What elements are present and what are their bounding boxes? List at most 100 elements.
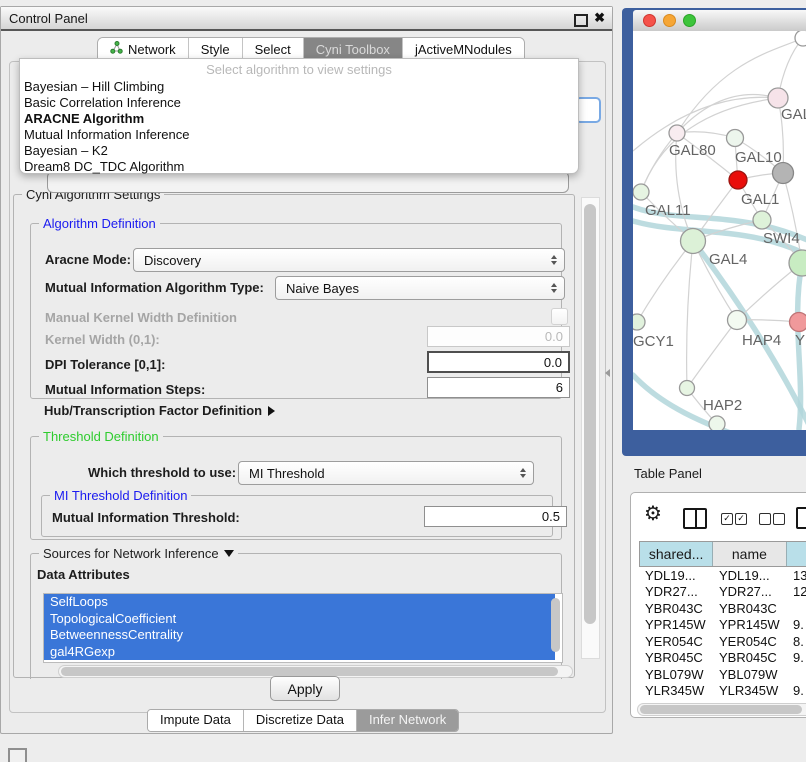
table-row[interactable]: YBR045CYBR045C9. xyxy=(639,650,806,667)
table-cell: YDR27... xyxy=(639,584,713,599)
horizontal-scrollbar-thumb[interactable] xyxy=(61,667,558,676)
mi-type-value: Naive Bayes xyxy=(286,281,359,296)
network-node-gal80[interactable] xyxy=(669,125,685,141)
minimize-traffic-light-icon[interactable] xyxy=(663,14,676,27)
hub-definition-label: Hub/Transcription Factor Definition xyxy=(44,403,262,418)
table-cell: YPR145W xyxy=(713,617,787,632)
algorithm-option-aracne-algorithm[interactable]: ARACNE Algorithm xyxy=(20,111,578,127)
network-node-hap4[interactable] xyxy=(728,311,747,330)
split-columns-icon[interactable] xyxy=(683,508,707,529)
tab-infer-network[interactable]: Infer Network xyxy=(356,710,458,731)
mi-threshold-label: Mutual Information Threshold: xyxy=(52,510,240,525)
tab-discretize-data[interactable]: Discretize Data xyxy=(243,710,356,731)
network-edge[interactable] xyxy=(687,241,693,388)
settings-scrollbar-thumb[interactable] xyxy=(584,204,596,624)
panel-divider-collapse-icon[interactable] xyxy=(605,369,610,377)
attribute-item-gal4rgexp[interactable]: gal4RGexp xyxy=(44,644,555,661)
network-node-gal4[interactable] xyxy=(681,229,706,254)
table-cell: 13 xyxy=(787,568,806,583)
algorithm-dropdown[interactable]: Select algorithm to view settings Bayesi… xyxy=(19,58,579,174)
table-row[interactable]: YLR345WYLR345W9. xyxy=(639,683,806,700)
sources-group: Sources for Network Inference Data Attri… xyxy=(30,553,562,679)
select-all-checkbox-icon[interactable]: ✓ xyxy=(721,513,733,525)
table-horizontal-scrollbar[interactable] xyxy=(637,703,806,716)
deselect-all-checkbox-icon[interactable] xyxy=(773,513,785,525)
network-node[interactable] xyxy=(729,171,747,189)
algorithm-option-basic-correlation-inference[interactable]: Basic Correlation Inference xyxy=(20,95,578,111)
sources-title-label: Sources for Network Inference xyxy=(43,546,219,561)
zoom-traffic-light-icon[interactable] xyxy=(683,14,696,27)
aracne-mode-value: Discovery xyxy=(144,253,201,268)
network-node-gal11[interactable] xyxy=(633,184,649,200)
algorithm-option-mutual-information-inference[interactable]: Mutual Information Inference xyxy=(20,127,578,143)
which-threshold-select[interactable]: MI Threshold xyxy=(238,461,534,485)
close-traffic-light-icon[interactable] xyxy=(643,14,656,27)
column-header-extra[interactable] xyxy=(787,542,806,566)
algorithm-option-dream8-dc-tdc-algorithm[interactable]: Dream8 DC_TDC Algorithm xyxy=(20,159,578,175)
table-row[interactable]: YDR27...YDR27...12 xyxy=(639,584,806,601)
network-node-label: GCY1 xyxy=(633,333,674,350)
table-function-icon[interactable] xyxy=(796,507,806,529)
algorithm-dropdown-items: Bayesian – Hill ClimbingBasic Correlatio… xyxy=(20,79,578,175)
algorithm-option-bayesian-k2[interactable]: Bayesian – K2 xyxy=(20,143,578,159)
minimized-panel-icon[interactable] xyxy=(8,748,27,762)
table-cell: 9. xyxy=(787,650,806,665)
table-cell: 12 xyxy=(787,584,806,599)
control-panel-window: Control Panel ✖ NetworkStyleSelectCyni T… xyxy=(0,6,613,734)
sources-title[interactable]: Sources for Network Inference xyxy=(39,546,238,561)
network-edge[interactable] xyxy=(687,320,737,388)
aracne-mode-label: Aracne Mode: xyxy=(45,252,131,267)
mi-steps-field[interactable]: 6 xyxy=(427,377,570,398)
settings-scrollbar[interactable] xyxy=(581,197,600,659)
close-icon[interactable]: ✖ xyxy=(594,10,605,26)
network-node-gal1[interactable] xyxy=(753,211,771,229)
table-row[interactable]: YPR145WYPR145W9. xyxy=(639,617,806,634)
tab-impute-data[interactable]: Impute Data xyxy=(148,710,243,731)
kernel-width-field[interactable]: 0.0 xyxy=(427,326,570,347)
column-header-shared[interactable]: shared... xyxy=(640,542,713,566)
algorithm-definition-title: Algorithm Definition xyxy=(39,216,160,231)
network-edge[interactable] xyxy=(637,241,693,322)
column-header-name[interactable]: name xyxy=(713,542,786,566)
network-node[interactable] xyxy=(795,31,806,46)
table-row[interactable]: YER054CYER054C8. xyxy=(639,633,806,650)
network-node-label: Y xyxy=(795,332,805,349)
table-scrollbar-thumb[interactable] xyxy=(640,705,802,714)
mi-threshold-field[interactable]: 0.5 xyxy=(424,506,567,527)
mi-steps-value: 6 xyxy=(556,380,563,395)
network-node-hap2[interactable] xyxy=(680,381,695,396)
network-node-gal[interactable] xyxy=(768,88,788,108)
network-node-gcy1[interactable] xyxy=(633,314,645,330)
table-row[interactable]: YBR043CYBR043C xyxy=(639,600,806,617)
network-canvas[interactable]: GALGAL80GAL10GAL11GAL1GAL4SWI4GCY1HAP4YH… xyxy=(633,31,806,430)
attribute-item-topologicalcoefficient[interactable]: TopologicalCoefficient xyxy=(44,611,555,628)
data-attributes-list[interactable]: SelfLoopsTopologicalCoefficientBetweenne… xyxy=(43,593,563,663)
network-node[interactable] xyxy=(709,416,725,430)
table-row[interactable]: YBL079WYBL079W xyxy=(639,666,806,683)
table-row[interactable]: YDL19...YDL19...13 xyxy=(639,567,806,584)
network-node-gal10[interactable] xyxy=(727,130,744,147)
apply-button[interactable]: Apply xyxy=(270,676,340,701)
select-all-checkbox-icon[interactable]: ✓ xyxy=(735,513,747,525)
gear-icon[interactable]: ⚙ xyxy=(644,504,662,524)
aracne-mode-select[interactable]: Discovery xyxy=(133,248,565,272)
network-node-y[interactable] xyxy=(790,313,806,332)
table-cell: YBR043C xyxy=(713,601,787,616)
deselect-all-checkbox-icon[interactable] xyxy=(759,513,771,525)
hub-definition-expander[interactable]: Hub/Transcription Factor Definition xyxy=(44,403,275,418)
attribute-item-betweennesscentrality[interactable]: BetweennessCentrality xyxy=(44,627,555,644)
network-window-titlebar[interactable] xyxy=(633,10,806,32)
network-node[interactable] xyxy=(773,163,794,184)
dpi-tolerance-label: DPI Tolerance [0,1]: xyxy=(45,357,165,372)
table-cell: YER054C xyxy=(639,634,713,649)
threshold-definition-group: Threshold Definition Which threshold to … xyxy=(30,436,562,540)
float-window-icon[interactable] xyxy=(574,14,588,27)
list-scrollbar-thumb[interactable] xyxy=(551,598,560,652)
manual-kernel-checkbox[interactable] xyxy=(551,308,568,325)
table-cell: YDR27... xyxy=(713,584,787,599)
dpi-tolerance-field[interactable]: 0.0 xyxy=(427,351,570,373)
algorithm-option-bayesian-hill-climbing[interactable]: Bayesian – Hill Climbing xyxy=(20,79,578,95)
network-graph[interactable]: GALGAL80GAL10GAL11GAL1GAL4SWI4GCY1HAP4YH… xyxy=(633,31,806,430)
mi-type-select[interactable]: Naive Bayes xyxy=(275,276,565,300)
attribute-item-selfloops[interactable]: SelfLoops xyxy=(44,594,555,611)
